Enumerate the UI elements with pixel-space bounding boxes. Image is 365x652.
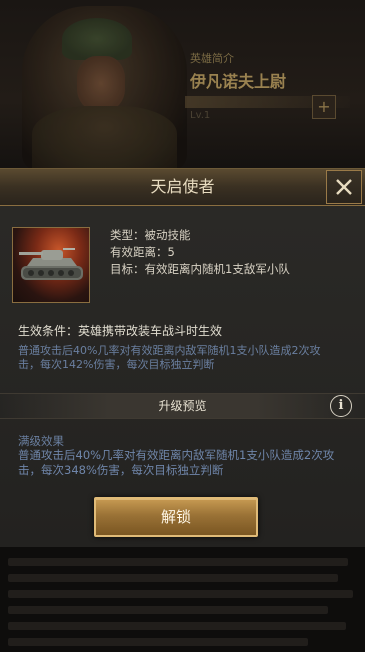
hero-intro-label: 英雄简介 [190, 52, 234, 65]
max-level-label: 满级效果 [18, 434, 64, 448]
skill-target: 目标：有效距离内随机1支敌军小队 [110, 262, 290, 276]
close-icon [336, 179, 352, 195]
upgrade-preview-title: 升级预览 [158, 399, 207, 413]
info-icon[interactable]: i [330, 395, 352, 417]
dialog-title: 天启使者 [150, 177, 215, 196]
plus-icon: + [312, 95, 336, 119]
background-text-area [0, 546, 365, 652]
tank-icon [12, 227, 90, 303]
unlock-button[interactable]: 解锁 [94, 497, 258, 537]
hero-name: 伊凡诺夫上尉 [190, 72, 287, 91]
close-button[interactable] [326, 170, 362, 204]
effect-condition: 生效条件：英雄携带改装车战斗时生效 [18, 324, 223, 338]
hero-level: Lv.1 [190, 110, 211, 121]
skill-type: 类型：被动技能 [110, 228, 191, 242]
skill-range: 有效距离：5 [110, 245, 175, 259]
dialog-header: 天启使者 [0, 169, 365, 206]
upgrade-preview-bar: 升级预览 i [0, 393, 365, 419]
effect-description: 普通攻击后40%几率对有效距离内敌军随机1支小队造成2次攻击，每次142%伤害，… [18, 344, 321, 371]
background-hero-panel: 英雄简介 伊凡诺夫上尉 Lv.1 + [0, 0, 365, 168]
hero-portrait [22, 6, 187, 168]
skill-dialog: 天启使者 类型：被动技能 有效距离：5 目标：有效距离内随机1支敌军小队 生效条… [0, 168, 365, 547]
max-level-description: 普通攻击后40%几率对有效距离内敌军随机1支小队造成2次攻击，每次348%伤害，… [18, 448, 335, 477]
